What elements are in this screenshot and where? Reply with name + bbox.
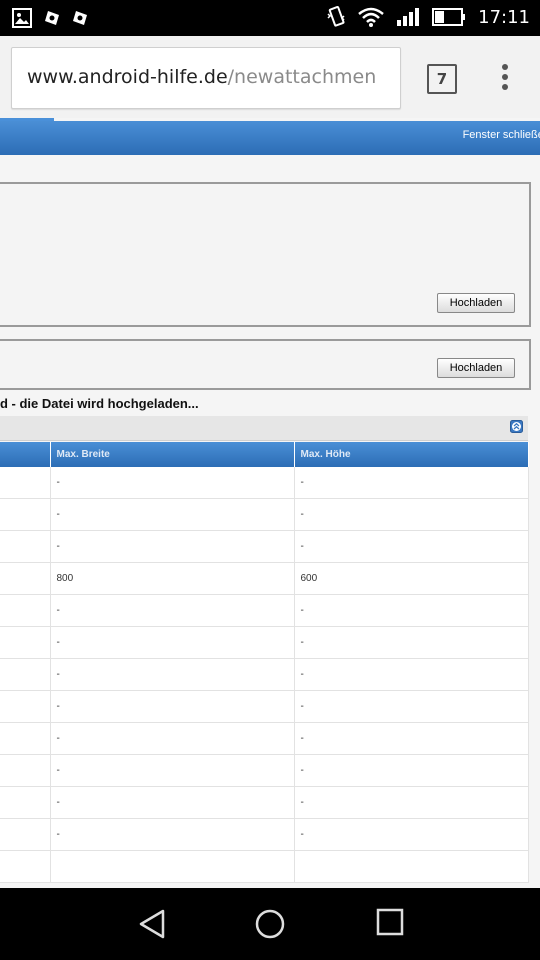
table-row: --	[0, 658, 529, 691]
browser-toolbar: www.android-hilfe.de/newattachmen 7	[0, 36, 540, 118]
table-cell: -	[50, 754, 295, 787]
tab-switcher-button[interactable]: 7	[427, 64, 457, 94]
table-cell: -	[294, 530, 529, 563]
table-cell: -	[294, 722, 529, 755]
table-cell: -	[50, 658, 295, 691]
system-icons: 17:11	[326, 6, 530, 28]
url-text: www.android-hilfe.de/newattachmen	[27, 66, 376, 88]
table-row: 800 600	[0, 562, 529, 595]
back-icon[interactable]	[138, 908, 166, 940]
table-cell: -	[50, 498, 295, 531]
table-cell: -	[294, 786, 529, 819]
upload-status-message: d - die Datei wird hochgeladen...	[0, 396, 199, 411]
table-row: --	[0, 786, 529, 819]
upload-url-button[interactable]: Hochladen	[437, 358, 515, 378]
column-header-max-height: Max. Höhe	[294, 442, 529, 467]
url-domain: www.android-hilfe.de	[27, 66, 228, 88]
table-cell	[0, 594, 51, 627]
table-row: --	[0, 722, 529, 755]
table-cell	[0, 467, 51, 499]
gallery-icon	[12, 8, 32, 28]
vibrate-icon	[326, 6, 346, 28]
battery-icon	[432, 8, 466, 26]
file-limits-header	[0, 416, 528, 441]
table-cell: -	[50, 722, 295, 755]
table-cell: -	[294, 626, 529, 659]
table-cell	[0, 786, 51, 819]
table-row: --	[0, 498, 529, 531]
table-row: --	[0, 754, 529, 787]
header-bar: Fenster schließen	[0, 121, 540, 155]
url-bar[interactable]: www.android-hilfe.de/newattachmen	[11, 47, 401, 109]
table-cell: 800	[50, 562, 295, 595]
table-cell: -	[50, 467, 295, 499]
notification-icons	[12, 8, 88, 28]
table-cell: -	[50, 818, 295, 851]
table-cell: -	[294, 467, 529, 499]
table-cell: -	[294, 754, 529, 787]
upload-button[interactable]: Hochladen	[437, 293, 515, 313]
status-bar: 17:11	[0, 0, 540, 36]
table-cell: -	[294, 594, 529, 627]
table-cell: -	[50, 690, 295, 723]
home-icon[interactable]	[254, 908, 286, 940]
table-cell	[0, 850, 51, 883]
table-cell: -	[294, 818, 529, 851]
table-cell	[0, 818, 51, 851]
table-row: --	[0, 818, 529, 851]
table-row	[0, 850, 529, 883]
table-cell	[0, 562, 51, 595]
file-limits-table: Max. Breite Max. Höhe -- -- -- 800 600 --…	[0, 442, 529, 883]
app-notification-icon	[44, 10, 60, 26]
app-notification-icon	[72, 10, 88, 26]
table-cell	[0, 658, 51, 691]
table-cell	[50, 850, 295, 883]
overflow-menu-icon[interactable]	[497, 64, 513, 94]
table-cell	[0, 754, 51, 787]
table-cell	[294, 850, 529, 883]
table-row: --	[0, 467, 529, 499]
table-header-row: Max. Breite Max. Höhe	[0, 442, 529, 467]
table-cell: -	[50, 786, 295, 819]
table-cell	[0, 690, 51, 723]
url-path: /newattachmen	[227, 66, 377, 88]
table-cell: -	[50, 530, 295, 563]
recent-apps-icon[interactable]	[376, 908, 404, 936]
table-row: --	[0, 626, 529, 659]
table-cell	[0, 530, 51, 563]
table-row: --	[0, 530, 529, 563]
table-cell	[0, 498, 51, 531]
table-cell: -	[50, 594, 295, 627]
table-cell: -	[50, 626, 295, 659]
table-row: --	[0, 594, 529, 627]
table-cell: -	[294, 658, 529, 691]
signal-icon	[396, 7, 420, 27]
table-cell: 600	[294, 562, 529, 595]
table-cell	[0, 722, 51, 755]
collapse-icon[interactable]	[510, 420, 523, 433]
system-navigation-bar	[0, 888, 540, 960]
wifi-icon	[358, 7, 384, 27]
web-page: Fenster schließen Hochladen Hochladen d …	[0, 118, 540, 888]
table-row: --	[0, 690, 529, 723]
table-cell: -	[294, 498, 529, 531]
clock: 17:11	[478, 6, 530, 28]
table-cell: -	[294, 690, 529, 723]
close-window-link[interactable]: Fenster schließen	[463, 129, 540, 141]
column-header-max-width: Max. Breite	[50, 442, 295, 467]
column-header	[0, 442, 51, 467]
table-cell	[0, 626, 51, 659]
